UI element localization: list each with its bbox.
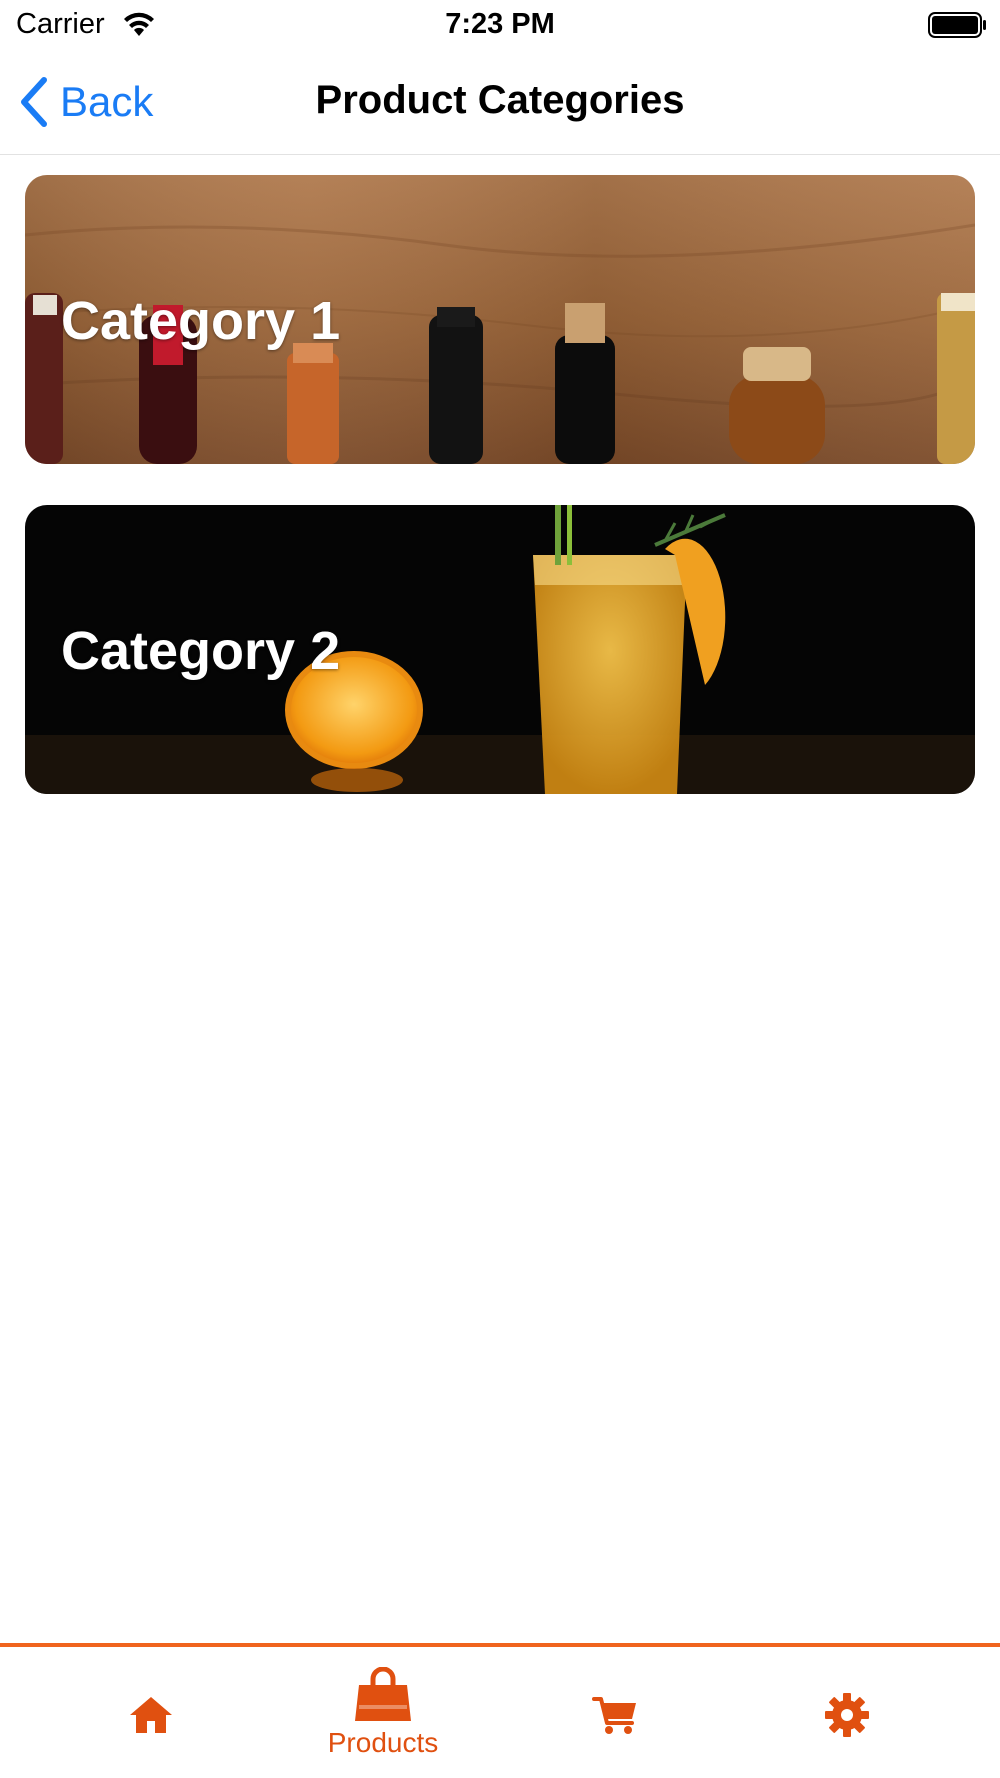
tab-products[interactable]: Products bbox=[268, 1647, 498, 1767]
home-icon bbox=[130, 1697, 172, 1733]
category-card-2[interactable]: Category 2 bbox=[25, 505, 975, 794]
shopping-bag-icon bbox=[355, 1667, 411, 1721]
category-card-1[interactable]: Category 1 bbox=[25, 175, 975, 464]
navigation-bar: Back Product Categories bbox=[0, 52, 1000, 155]
tab-cart[interactable] bbox=[500, 1647, 730, 1767]
page-title: Product Categories bbox=[315, 78, 685, 122]
tab-bar: Products bbox=[0, 1643, 1000, 1778]
tab-label-products: Products bbox=[327, 1727, 439, 1758]
tab-settings[interactable] bbox=[732, 1647, 962, 1767]
category-label: Category 2 bbox=[61, 621, 341, 681]
category-label: Category 1 bbox=[61, 291, 341, 351]
category-list: Category 1 Category 2 bbox=[25, 175, 975, 835]
tab-home[interactable] bbox=[36, 1647, 266, 1767]
cart-icon bbox=[592, 1697, 636, 1734]
battery-icon bbox=[928, 12, 986, 38]
status-bar: Carrier 7:23 PM bbox=[0, 0, 1000, 52]
screen: Carrier 7:23 PM Back Product Categories bbox=[0, 0, 1000, 1778]
gear-icon bbox=[825, 1693, 869, 1737]
status-time: 7:23 PM bbox=[445, 8, 555, 40]
